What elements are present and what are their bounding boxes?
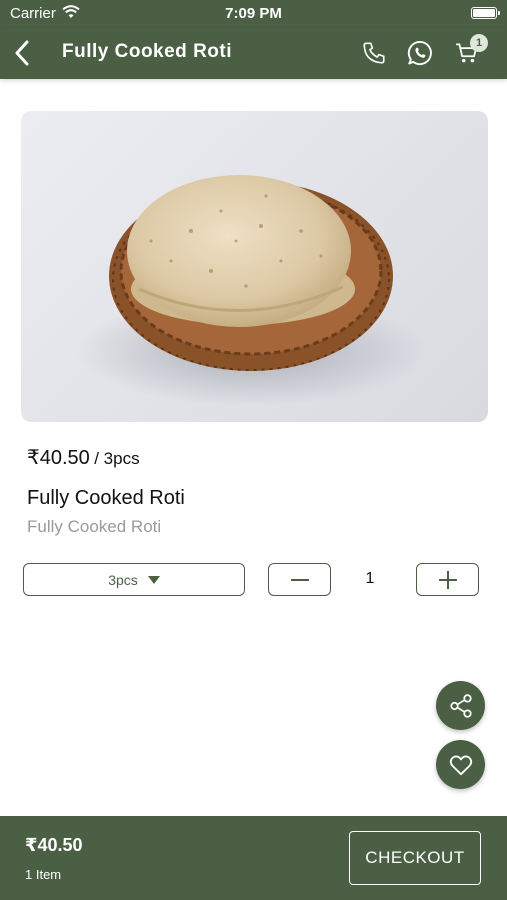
cart-count-badge: 1	[470, 34, 488, 52]
product-price: ₹40.50	[27, 447, 90, 469]
product-title: Fully Cooked Roti	[27, 487, 185, 509]
nav-bar: Fully Cooked Roti	[0, 28, 507, 79]
status-bar: Carrier 7:09 PM	[0, 0, 507, 28]
whatsapp-button[interactable]	[405, 38, 435, 68]
checkout-button[interactable]: CHECKOUT	[349, 831, 481, 885]
plus-icon	[438, 570, 457, 589]
price-line: ₹40.50 / 3pcs	[27, 445, 140, 470]
minus-icon	[290, 578, 309, 581]
quantity-value: 1	[365, 570, 375, 587]
share-button[interactable]	[436, 681, 485, 730]
cart-total: ₹40.50	[25, 835, 83, 855]
unit-dropdown-value: 3pcs	[108, 571, 138, 588]
call-button[interactable]	[359, 38, 389, 68]
decrease-quantity-button[interactable]	[268, 563, 331, 596]
price-unit: / 3pcs	[94, 449, 140, 468]
checkout-bar: ₹40.50 1 Item CHECKOUT	[0, 816, 507, 900]
caret-down-icon	[147, 575, 160, 584]
roti-basket-illustration	[76, 175, 426, 406]
increase-quantity-button[interactable]	[416, 563, 479, 596]
unit-dropdown[interactable]: 3pcs	[23, 563, 245, 596]
product-image	[21, 111, 488, 422]
back-button[interactable]	[8, 38, 36, 68]
page-title: Fully Cooked Roti	[62, 41, 232, 62]
product-subtitle: Fully Cooked Roti	[27, 517, 162, 536]
clock: 7:09 PM	[225, 5, 282, 22]
battery-icon	[471, 7, 500, 19]
chevron-left-icon	[15, 40, 29, 66]
share-icon	[449, 693, 472, 718]
phone-icon	[363, 42, 385, 64]
favorite-button[interactable]	[436, 740, 485, 789]
heart-icon	[449, 754, 472, 775]
whatsapp-icon	[407, 40, 432, 65]
cart-item-count: 1 Item	[25, 867, 62, 882]
